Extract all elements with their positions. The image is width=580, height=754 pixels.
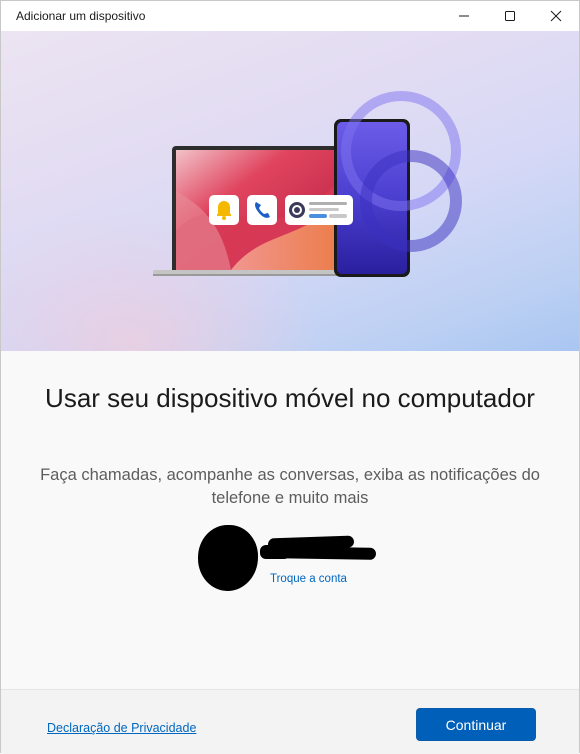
account-card: Troque a conta [198, 525, 388, 595]
minimize-icon [459, 15, 469, 17]
page-description: Faça chamadas, acompanhe as conversas, e… [40, 466, 540, 507]
add-device-window: Adicionar um dispositivo Usar seu dispos… [0, 0, 580, 754]
avatar [198, 525, 258, 591]
close-icon [550, 10, 562, 22]
switch-account-link[interactable]: Troque a conta [270, 573, 347, 585]
close-button[interactable] [533, 1, 579, 31]
minimize-button[interactable] [441, 1, 487, 31]
redacted-email [271, 546, 377, 560]
maximize-icon [505, 11, 515, 21]
title-bar[interactable]: Adicionar um dispositivo [1, 1, 579, 31]
window-title: Adicionar um dispositivo [16, 9, 146, 23]
footer-bar: Declaração de Privacidade Continuar [1, 689, 579, 754]
caption-buttons [441, 1, 579, 31]
main-content: Usar seu dispositivo móvel no computador… [1, 351, 579, 689]
privacy-statement-link[interactable]: Declaração de Privacidade [47, 721, 196, 735]
maximize-button[interactable] [487, 1, 533, 31]
laptop-phone-illustration [153, 91, 462, 277]
continue-button[interactable]: Continuar [416, 708, 536, 741]
hero-banner [1, 31, 579, 351]
page-heading: Usar seu dispositivo móvel no computador [45, 383, 535, 413]
